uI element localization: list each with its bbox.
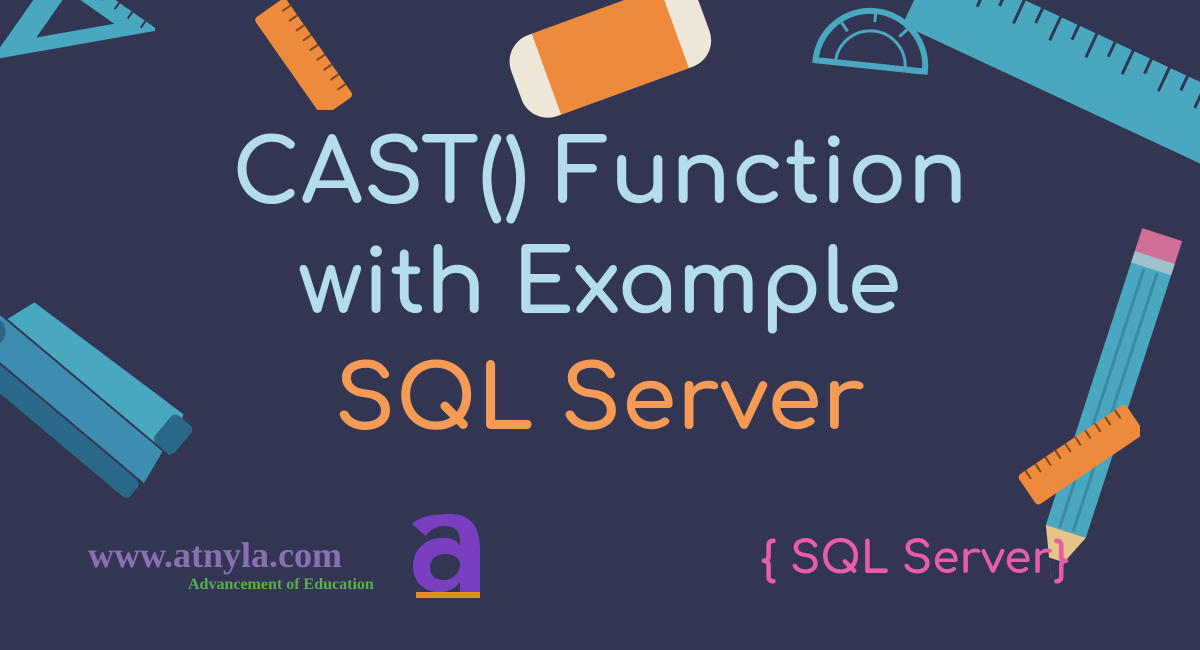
category-tag: { SQL Server}: [760, 535, 1070, 584]
title-line1: CAST() Function: [150, 120, 1050, 230]
logo-a-icon: [398, 500, 498, 600]
logo-subtitle: Advancement of Education: [188, 576, 374, 594]
title-line3: SQL Server: [150, 344, 1050, 458]
title-line2: with Example: [150, 230, 1050, 340]
set-square-icon: [0, 0, 155, 125]
logo-url: www.atnyla.com: [88, 534, 342, 576]
small-ruler-icon: [230, 0, 360, 110]
banner-title: CAST() Function with Example SQL Server: [150, 120, 1050, 458]
